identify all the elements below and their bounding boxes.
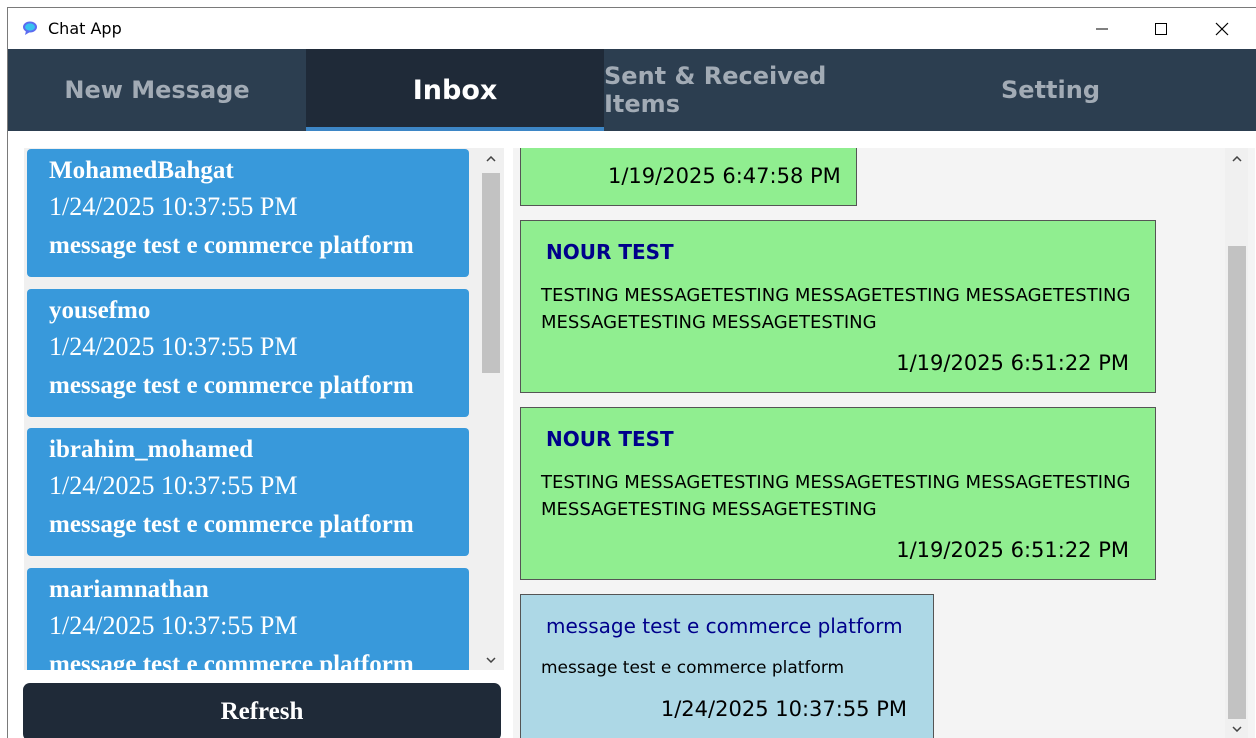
message-sender: NOUR TEST xyxy=(546,427,674,451)
scrollbar-thumb[interactable] xyxy=(482,173,500,373)
main-content: MohamedBahgat 1/24/2025 10:37:55 PM mess… xyxy=(8,131,1256,738)
scroll-up-arrow-icon[interactable] xyxy=(482,150,499,167)
chat-app-icon xyxy=(22,20,38,36)
message-bubble: NOUR TEST TESTING MESSAGETESTING MESSAGE… xyxy=(520,220,1156,393)
scrollbar-thumb[interactable] xyxy=(1228,246,1246,719)
contact-preview: message test e commerce platform xyxy=(49,232,414,259)
contact-time: 1/24/2025 10:37:55 PM xyxy=(49,611,298,640)
refresh-button[interactable]: Refresh xyxy=(23,683,501,738)
scroll-down-arrow-icon[interactable] xyxy=(1228,720,1245,737)
close-icon xyxy=(1215,22,1229,35)
maximize-button[interactable] xyxy=(1132,8,1190,49)
message-bubble: NOUR TEST TESTING MESSAGETESTING MESSAGE… xyxy=(520,407,1156,580)
title-bar: Chat App xyxy=(8,8,1256,49)
message-text: message test e commerce platform xyxy=(541,658,845,678)
message-sender: NOUR TEST xyxy=(546,240,674,264)
contact-name: MohamedBahgat xyxy=(49,157,234,184)
main-tab-bar: New Message Inbox Sent & Received Items … xyxy=(8,49,1256,131)
contact-card[interactable]: yousefmo 1/24/2025 10:37:55 PM message t… xyxy=(27,289,469,417)
contact-card[interactable]: ibrahim_mohamed 1/24/2025 10:37:55 PM me… xyxy=(27,428,469,556)
tab-setting[interactable]: Setting xyxy=(902,49,1199,131)
tab-sent-received-items[interactable]: Sent & Received Items xyxy=(604,49,902,131)
window-title: Chat App xyxy=(48,19,122,38)
tab-inbox[interactable]: Inbox xyxy=(306,49,604,131)
conversation-panel[interactable]: 1/19/2025 6:47:58 PM NOUR TEST TESTING M… xyxy=(513,148,1255,738)
contact-card[interactable]: mariamnathan 1/24/2025 10:37:55 PM messa… xyxy=(27,568,469,670)
message-bubble: 1/19/2025 6:47:58 PM xyxy=(520,148,857,206)
chat-app-window: Chat App New Message Inbox Sent & Receiv… xyxy=(7,7,1256,738)
contact-preview: message test e commerce platform xyxy=(49,372,414,399)
close-button[interactable] xyxy=(1193,8,1251,49)
minimize-button[interactable] xyxy=(1073,8,1131,49)
message-time: 1/24/2025 10:37:55 PM xyxy=(660,697,907,721)
contact-time: 1/24/2025 10:37:55 PM xyxy=(49,332,298,361)
inbox-contact-list[interactable]: MohamedBahgat 1/24/2025 10:37:55 PM mess… xyxy=(24,148,504,670)
message-time: 1/19/2025 6:51:22 PM xyxy=(896,538,1129,562)
maximize-icon xyxy=(1155,22,1167,35)
tab-new-message[interactable]: New Message xyxy=(8,49,306,131)
contact-preview: message test e commerce platform xyxy=(49,511,414,538)
contact-time: 1/24/2025 10:37:55 PM xyxy=(49,192,298,221)
conversation-scrollbar[interactable] xyxy=(1225,148,1248,738)
scroll-up-arrow-icon[interactable] xyxy=(1228,150,1245,167)
message-bubble: message test e commerce platform message… xyxy=(520,594,934,738)
message-time: 1/19/2025 6:51:22 PM xyxy=(896,351,1129,375)
contact-preview: message test e commerce platform xyxy=(49,651,414,670)
contact-name: yousefmo xyxy=(49,297,151,324)
contact-list-scrollbar[interactable] xyxy=(480,148,502,670)
message-time: 1/19/2025 6:47:58 PM xyxy=(608,164,841,188)
contact-card[interactable]: MohamedBahgat 1/24/2025 10:37:55 PM mess… xyxy=(27,149,469,277)
minimize-icon xyxy=(1096,28,1108,29)
message-sender: message test e commerce platform xyxy=(546,614,903,638)
message-text: TESTING MESSAGETESTING MESSAGETESTING ME… xyxy=(541,285,1131,333)
message-text: TESTING MESSAGETESTING MESSAGETESTING ME… xyxy=(541,472,1131,520)
contact-name: mariamnathan xyxy=(49,576,209,603)
contact-name: ibrahim_mohamed xyxy=(49,436,254,463)
contact-time: 1/24/2025 10:37:55 PM xyxy=(49,471,298,500)
scroll-down-arrow-icon[interactable] xyxy=(482,651,499,668)
